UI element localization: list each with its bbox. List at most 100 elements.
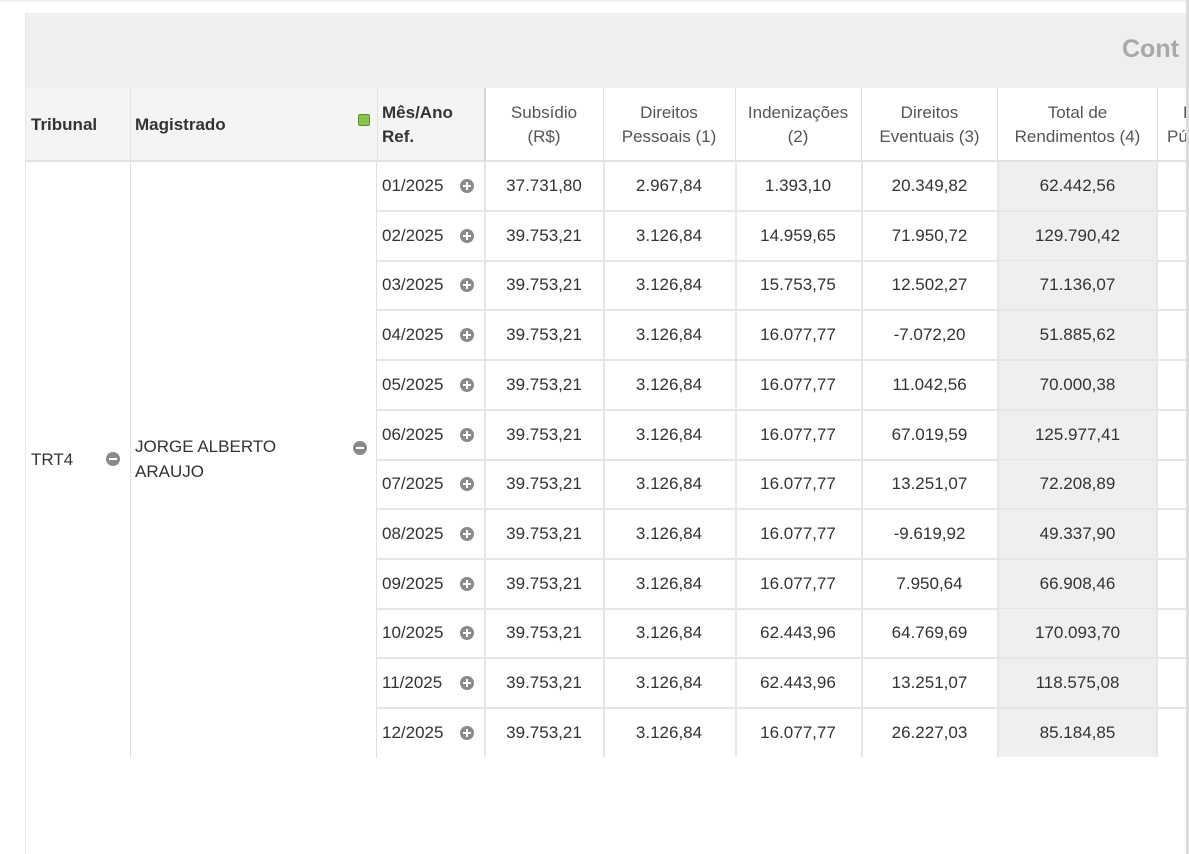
subsidio-cell: 39.753,21 <box>485 609 603 657</box>
column-separator <box>603 510 605 558</box>
header-tribunal[interactable]: Tribunal <box>26 88 130 161</box>
indenizacoes-cell-value: 16.077,77 <box>760 574 836 593</box>
direitos-pessoais-cell: 3.126,84 <box>603 212 735 260</box>
header-next-col-line2: Pú <box>1167 126 1188 146</box>
collapse-magistrado-minus-icon[interactable] <box>353 441 367 455</box>
month-cell: 11/2025 <box>377 659 485 707</box>
next-column-cell <box>1157 659 1189 707</box>
month-cell-value: 11/2025 <box>382 673 443 692</box>
total-rendimentos-cell-value: 70.000,38 <box>1039 375 1116 394</box>
month-cell-value: 06/2025 <box>382 425 444 444</box>
direitos-eventuais-cell-value: 13.251,07 <box>891 474 968 493</box>
expand-month-plus-icon[interactable] <box>460 378 474 392</box>
column-separator <box>484 411 486 459</box>
month-cell-value: 05/2025 <box>382 375 444 394</box>
header-separator <box>603 88 604 161</box>
direitos-pessoais-cell: 3.126,84 <box>603 311 735 359</box>
total-rendimentos-cell: 125.977,41 <box>998 411 1157 459</box>
direitos-pessoais-cell-value: 3.126,84 <box>635 226 703 245</box>
month-cell: 12/2025 <box>377 709 485 757</box>
column-separator <box>861 460 863 508</box>
column-separator <box>861 659 863 707</box>
total-rendimentos-cell-value: 170.093,70 <box>1034 623 1121 642</box>
month-cell: 06/2025 <box>377 411 485 459</box>
direitos-eventuais-cell-value: 12.502,27 <box>891 275 968 294</box>
collapse-tribunal-minus-icon[interactable] <box>106 452 120 466</box>
expand-month-plus-icon[interactable] <box>460 527 474 541</box>
expand-month-plus-icon[interactable] <box>460 577 474 591</box>
tribunal-column-border <box>130 162 131 758</box>
column-separator <box>997 361 999 409</box>
total-rendimentos-cell-value: 71.136,07 <box>1039 275 1116 294</box>
green-square-icon[interactable] <box>358 114 370 126</box>
column-group-title: Cont <box>1122 35 1179 63</box>
indenizacoes-cell-value: 15.753,75 <box>760 275 836 294</box>
expand-month-plus-icon[interactable] <box>460 676 474 690</box>
column-separator <box>1156 560 1158 608</box>
total-rendimentos-cell: 49.337,90 <box>998 510 1157 558</box>
column-separator <box>1156 311 1158 359</box>
indenizacoes-cell-value: 16.077,77 <box>760 425 836 444</box>
header-subsidio[interactable]: Subsídio (R$) <box>485 88 603 161</box>
expand-month-plus-icon[interactable] <box>460 229 474 243</box>
column-separator <box>484 212 486 260</box>
table-row: 01/2025 37.731,80 2.967,84 1.393,10 20.349,8… <box>377 162 1189 212</box>
header-next-column[interactable]: FPú <box>1157 88 1189 161</box>
header-magistrado-label: Magistrado <box>135 114 226 134</box>
header-indenizacoes-line2: (2) <box>787 126 809 146</box>
expand-month-plus-icon[interactable] <box>460 428 474 442</box>
direitos-pessoais-cell-value: 2.967,84 <box>635 176 703 195</box>
column-separator <box>861 510 863 558</box>
subsidio-cell: 39.753,21 <box>485 560 603 608</box>
total-rendimentos-cell-value: 85.184,85 <box>1039 723 1116 742</box>
expand-month-plus-icon[interactable] <box>460 626 474 640</box>
column-separator <box>735 212 737 260</box>
direitos-eventuais-cell: 13.251,07 <box>861 659 998 707</box>
column-separator <box>484 709 486 757</box>
total-rendimentos-cell: 72.208,89 <box>998 460 1157 508</box>
direitos-eventuais-cell-value: 11.042,56 <box>892 375 967 394</box>
expand-month-plus-icon[interactable] <box>460 278 474 292</box>
header-magistrado[interactable]: Magistrado <box>130 88 377 161</box>
direitos-eventuais-cell: 7.950,64 <box>861 560 998 608</box>
column-separator <box>735 709 737 757</box>
next-column-cell <box>1157 709 1189 757</box>
total-rendimentos-cell-value: 125.977,41 <box>1034 425 1121 444</box>
indenizacoes-cell: 14.959,65 <box>735 212 861 260</box>
header-indenizacoes[interactable]: Indenizações (2) <box>735 88 861 161</box>
header-subsidio-label: Subsídio (R$) <box>511 101 577 149</box>
subsidio-cell-value: 39.753,21 <box>506 723 582 742</box>
subsidio-cell: 39.753,21 <box>485 261 603 309</box>
direitos-pessoais-cell: 3.126,84 <box>603 411 735 459</box>
subsidio-cell-value: 37.731,80 <box>506 176 582 195</box>
column-separator <box>603 659 605 707</box>
column-separator <box>997 510 999 558</box>
header-direitos-eventuais[interactable]: Direitos Eventuais (3) <box>861 88 998 161</box>
column-separator <box>484 311 486 359</box>
table-row: 04/2025 39.753,21 3.126,84 16.077,77 -7.072,… <box>377 311 1189 361</box>
column-separator <box>603 311 605 359</box>
subsidio-cell: 37.731,80 <box>485 162 603 210</box>
month-cell: 01/2025 <box>377 162 485 210</box>
column-separator <box>603 411 605 459</box>
header-direitos-pessoais[interactable]: Direitos Pessoais (1) <box>603 88 735 161</box>
header-direitos-pessoais-line1: Direitos <box>640 102 698 122</box>
top-band <box>0 0 1189 12</box>
column-separator <box>735 659 737 707</box>
subsidio-cell-value: 39.753,21 <box>506 673 582 692</box>
total-rendimentos-cell-value: 72.208,89 <box>1039 474 1116 493</box>
column-separator <box>735 361 737 409</box>
direitos-eventuais-cell: -9.619,92 <box>861 510 998 558</box>
expand-month-plus-icon[interactable] <box>460 477 474 491</box>
expand-month-plus-icon[interactable] <box>460 179 474 193</box>
expand-month-plus-icon[interactable] <box>460 726 474 740</box>
header-mes-ano[interactable]: Mês/Ano Ref. <box>377 88 485 161</box>
direitos-eventuais-cell-value: 20.349,82 <box>891 176 968 195</box>
expand-month-plus-icon[interactable] <box>460 328 474 342</box>
header-separator <box>997 88 998 161</box>
column-separator <box>1156 411 1158 459</box>
next-column-cell <box>1157 411 1189 459</box>
header-total-rendimentos[interactable]: Total de Rendimentos (4) <box>998 88 1157 161</box>
column-separator <box>861 261 863 309</box>
total-rendimentos-cell-value: 51.885,62 <box>1039 325 1116 344</box>
